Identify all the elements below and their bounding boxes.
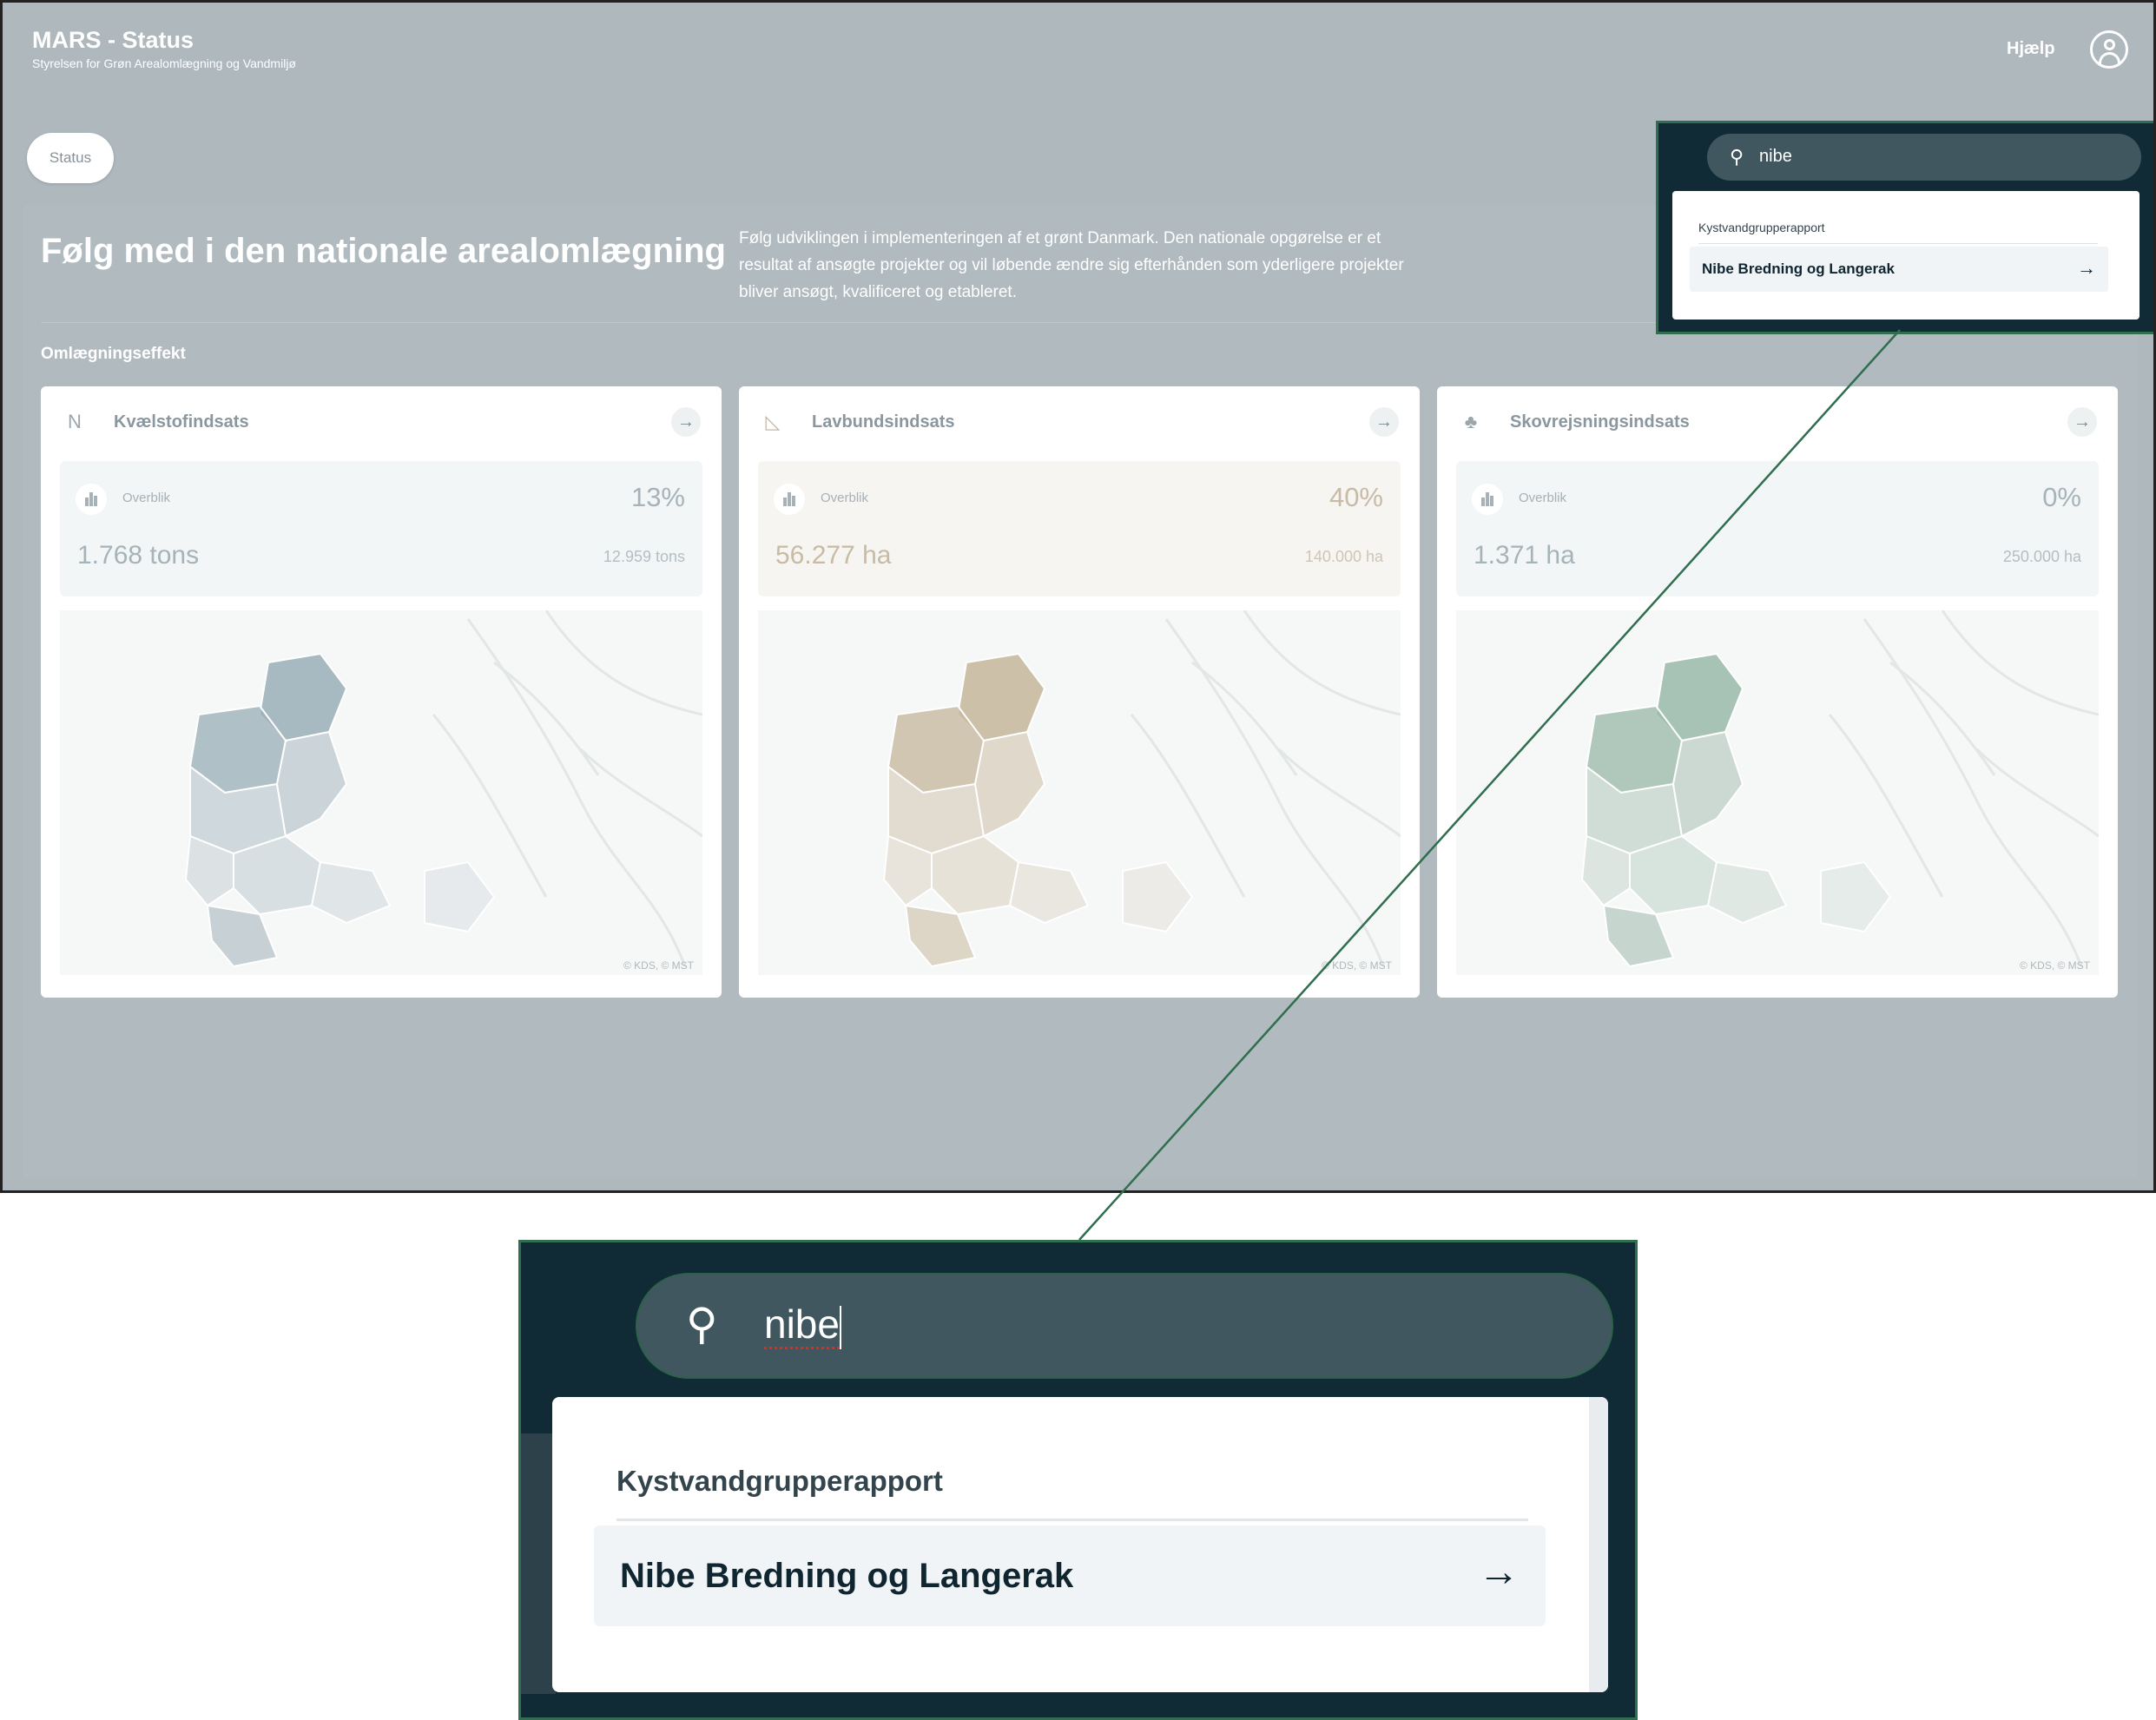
- background-strip: [521, 1433, 556, 1694]
- search-dropdown: Kystvandgrupperapport Nibe Bredning og L…: [552, 1397, 1608, 1692]
- search-icon: ⚲: [686, 1300, 718, 1348]
- scrollbar[interactable]: [1589, 1397, 1608, 1692]
- search-result-item[interactable]: Nibe Bredning og Langerak →: [594, 1526, 1546, 1626]
- zoomed-search-callout: ⚲ nibe Kystvandgrupperapport Nibe Bredni…: [518, 1240, 1638, 1720]
- result-group-label: Kystvandgrupperapport: [616, 1465, 943, 1497]
- divider: [616, 1519, 1528, 1521]
- search-input[interactable]: ⚲ nibe: [636, 1273, 1613, 1379]
- result-label: Nibe Bredning og Langerak: [620, 1557, 1074, 1595]
- arrow-right-icon: →: [1478, 1549, 1520, 1595]
- search-query: nibe: [764, 1301, 841, 1349]
